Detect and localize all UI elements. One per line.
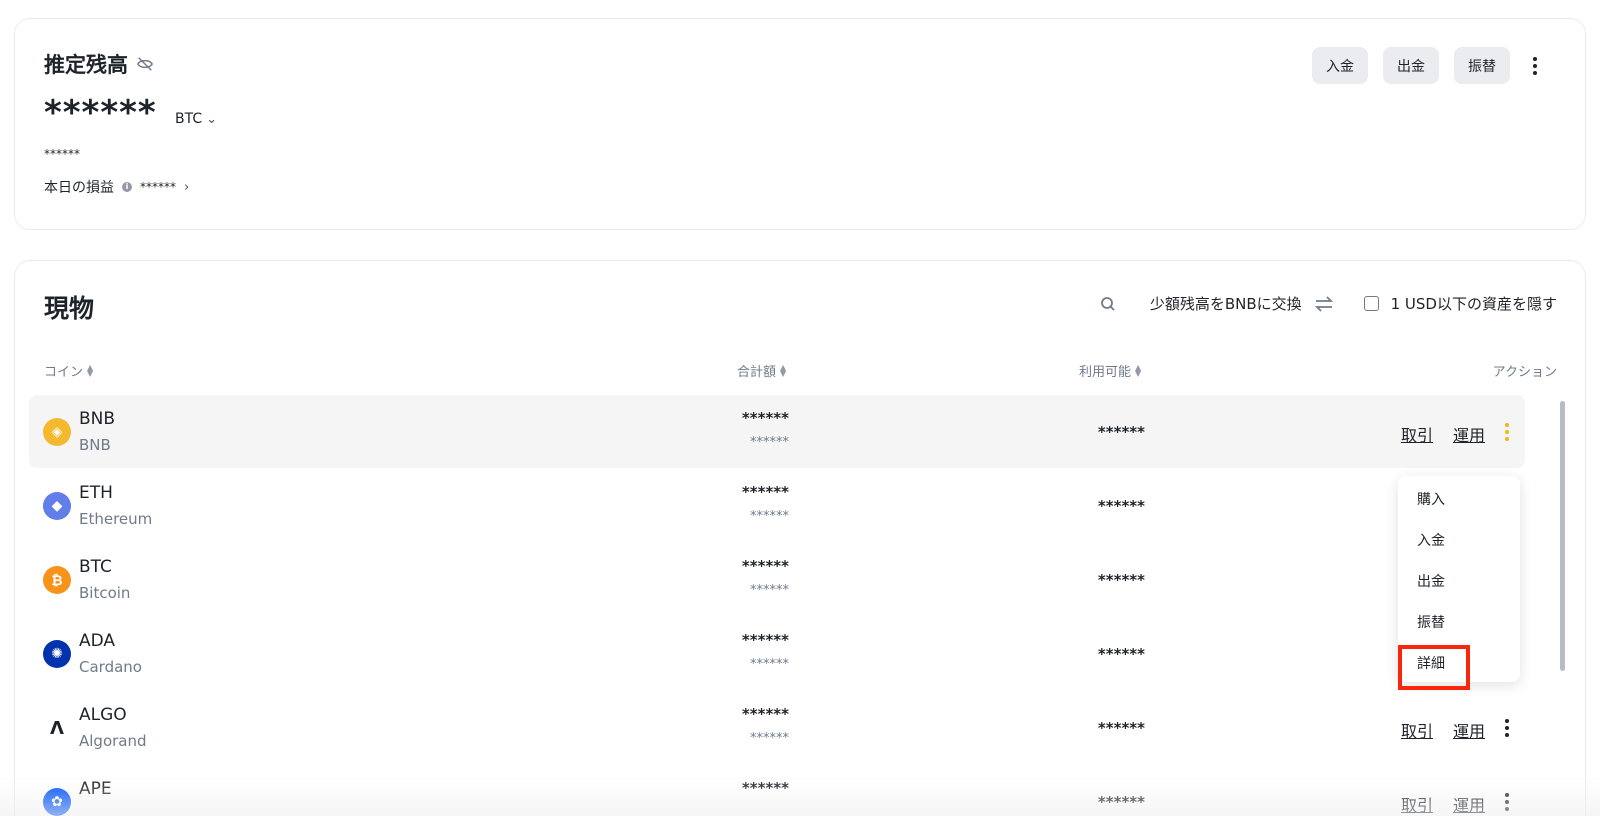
total-value: ****** bbox=[741, 557, 789, 575]
row-more-icon[interactable] bbox=[1497, 716, 1517, 740]
col-total[interactable]: 合計額 ▲ ▼ bbox=[737, 361, 786, 380]
pnl-row[interactable]: 本日の損益 i ****** › bbox=[44, 177, 189, 197]
coin-name: Ethereum bbox=[79, 510, 153, 528]
balance-card: 推定残高 ****** BTC ⌄ ****** 本日の損益 i ****** … bbox=[14, 18, 1586, 230]
available-value: ****** bbox=[1097, 645, 1145, 663]
available-value: ****** bbox=[1097, 793, 1145, 811]
total-sub-value: ****** bbox=[750, 435, 789, 450]
coin-name: Bitcoin bbox=[79, 584, 131, 602]
balance-sub-value: ****** bbox=[44, 147, 80, 161]
unit-label: BTC bbox=[175, 111, 203, 127]
more-menu-icon[interactable] bbox=[1525, 54, 1545, 78]
col-coin-label: コイン bbox=[44, 365, 84, 380]
total-sub-value: ****** bbox=[750, 583, 789, 598]
highlight-box bbox=[1398, 645, 1470, 690]
total-value: ****** bbox=[741, 409, 789, 427]
balance-value: ****** bbox=[44, 93, 157, 133]
sort-icon: ▲ ▼ bbox=[87, 362, 94, 378]
transfer-button[interactable]: 振替 bbox=[1454, 47, 1510, 84]
ape-icon: ✿ bbox=[43, 788, 71, 816]
bnb-icon: ◈ bbox=[43, 418, 71, 446]
col-action: アクション bbox=[1492, 365, 1557, 380]
total-sub-value: ****** bbox=[750, 731, 789, 746]
balance-title-text: 推定残高 bbox=[44, 53, 128, 77]
total-sub-value: ****** bbox=[750, 657, 789, 672]
total-value: ****** bbox=[741, 631, 789, 649]
trade-link[interactable]: 取引 bbox=[1401, 792, 1433, 816]
earn-link[interactable]: 運用 bbox=[1453, 792, 1485, 816]
hide-small-assets-checkbox[interactable] bbox=[1363, 296, 1379, 311]
total-value: ****** bbox=[741, 705, 789, 723]
convert-small-balance-link[interactable]: 少額残高をBNBに交換 bbox=[1150, 293, 1302, 314]
sort-icon: ▲ ▼ bbox=[780, 362, 787, 378]
spot-card: 現物 少額残高をBNBに交換 1 USD以下の資産を隠す コイン ▲ ▼ 合計額 ▲ ▼… bbox=[14, 260, 1586, 816]
ada-icon: ✺ bbox=[43, 640, 71, 668]
coin-name: BNB bbox=[79, 436, 111, 454]
algo-icon: Λ bbox=[43, 714, 71, 742]
table-row[interactable]: Λ ALGO Algorand ****** ****** ****** 取引 … bbox=[29, 691, 1525, 764]
coin-name: Cardano bbox=[79, 658, 142, 676]
menu-item-buy[interactable]: 購入 bbox=[1398, 480, 1520, 521]
col-total-label: 合計額 bbox=[737, 365, 777, 380]
available-value: ****** bbox=[1097, 497, 1145, 515]
chevron-right-icon[interactable]: › bbox=[184, 180, 189, 195]
total-value: ****** bbox=[741, 483, 789, 501]
table-row[interactable]: ◈ BNB BNB ****** ****** ****** 取引 運用 bbox=[29, 395, 1525, 468]
withdraw-button[interactable]: 出金 bbox=[1383, 47, 1439, 84]
trade-link[interactable]: 取引 bbox=[1401, 718, 1433, 742]
coin-symbol: ALGO bbox=[79, 705, 127, 725]
spot-title: 現物 bbox=[44, 294, 95, 323]
balance-title: 推定残高 bbox=[44, 49, 154, 79]
col-coin[interactable]: コイン ▲ ▼ bbox=[44, 361, 93, 380]
coin-symbol: BNB bbox=[79, 409, 116, 429]
deposit-button[interactable]: 入金 bbox=[1312, 47, 1368, 84]
available-value: ****** bbox=[1097, 719, 1145, 737]
search-icon[interactable] bbox=[1100, 296, 1116, 312]
pnl-label: 本日の損益 bbox=[44, 180, 114, 196]
total-sub-value: ****** bbox=[750, 509, 789, 524]
coin-symbol: BTC bbox=[79, 557, 112, 577]
table-row[interactable]: ✿ APE ****** ****** 取引 運用 bbox=[29, 765, 1525, 816]
table-row[interactable]: ✺ ADA Cardano ****** ****** ****** 取 bbox=[29, 617, 1525, 690]
hide-small-assets-label: 1 USD以下の資産を隠す bbox=[1390, 295, 1557, 313]
sort-icon: ▲ ▼ bbox=[1135, 362, 1142, 378]
table-row[interactable]: ◆ ETH Ethereum ****** ****** ****** 取 bbox=[29, 469, 1525, 542]
total-value: ****** bbox=[741, 779, 789, 797]
available-value: ****** bbox=[1097, 423, 1145, 441]
row-more-icon[interactable] bbox=[1497, 420, 1517, 444]
menu-item-deposit[interactable]: 入金 bbox=[1398, 521, 1520, 562]
earn-link[interactable]: 運用 bbox=[1453, 422, 1485, 446]
info-icon[interactable]: i bbox=[122, 182, 132, 192]
spot-tools: 少額残高をBNBに交換 1 USD以下の資産を隠す bbox=[1100, 293, 1557, 314]
menu-item-transfer[interactable]: 振替 bbox=[1398, 603, 1520, 644]
table-header: コイン ▲ ▼ 合計額 ▲ ▼ 利用可能 ▲ ▼ アクション bbox=[15, 361, 1585, 381]
coin-symbol: APE bbox=[79, 779, 112, 799]
trade-link[interactable]: 取引 bbox=[1401, 422, 1433, 446]
eye-hide-icon[interactable] bbox=[136, 55, 154, 73]
menu-item-withdraw[interactable]: 出金 bbox=[1398, 562, 1520, 603]
unit-selector[interactable]: BTC ⌄ bbox=[175, 111, 217, 127]
available-value: ****** bbox=[1097, 571, 1145, 589]
swap-icon[interactable] bbox=[1314, 295, 1334, 312]
col-available[interactable]: 利用可能 ▲ ▼ bbox=[1079, 361, 1141, 380]
chevron-down-icon: ⌄ bbox=[206, 111, 218, 127]
pnl-value: ****** bbox=[140, 180, 176, 194]
table-row[interactable]: ₿ BTC Bitcoin ****** ****** ****** 取 bbox=[29, 543, 1525, 616]
scrollbar[interactable] bbox=[1560, 401, 1565, 671]
earn-link[interactable]: 運用 bbox=[1453, 718, 1485, 742]
coin-symbol: ETH bbox=[79, 483, 113, 503]
balance-actions: 入金 出金 振替 bbox=[1312, 47, 1545, 84]
eth-icon: ◆ bbox=[43, 492, 71, 520]
col-available-label: 利用可能 bbox=[1079, 365, 1132, 380]
row-more-icon[interactable] bbox=[1497, 790, 1517, 814]
coin-symbol: ADA bbox=[79, 631, 116, 651]
btc-icon: ₿ bbox=[43, 566, 71, 594]
coin-name: Algorand bbox=[79, 732, 147, 750]
